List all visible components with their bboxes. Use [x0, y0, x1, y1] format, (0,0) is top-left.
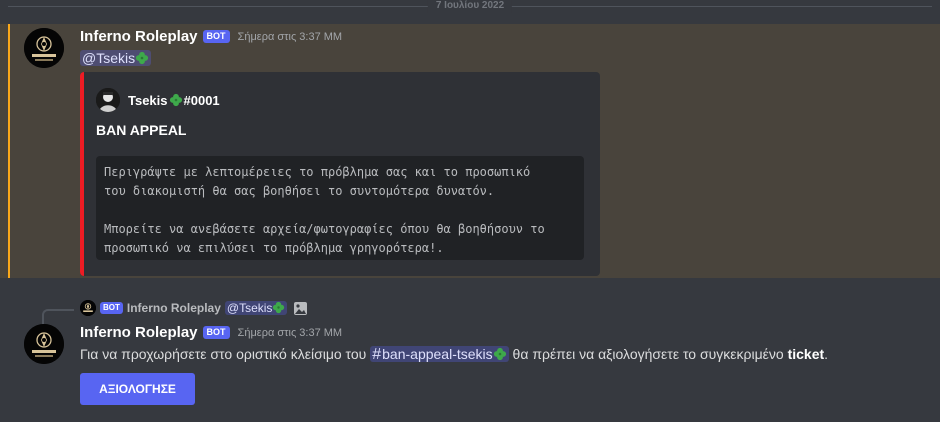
clover-icon [493, 347, 506, 361]
channel-mention[interactable]: #ban-appeal-tsekis [370, 346, 509, 363]
inferno-logo-icon [80, 300, 96, 316]
message-text: Για να προχωρήσετε στο οριστικό κλείσιμο… [80, 346, 367, 362]
embed-author-discriminator: #0001 [183, 92, 220, 108]
image-icon [294, 301, 308, 315]
bot-tag: BOT [202, 326, 230, 339]
channel-hash-icon: # [372, 346, 382, 363]
embed-author-name: Tsekis [128, 92, 168, 108]
reply-author-name: Inferno Roleplay [126, 301, 221, 315]
inferno-logo-icon[interactable] [24, 324, 64, 364]
timestamp[interactable]: Σήμερα στις 3:37 MM [238, 31, 343, 43]
timestamp[interactable]: Σήμερα στις 3:37 MM [238, 327, 343, 339]
reply-content: @Tsekis [224, 301, 288, 315]
user-mention: @Tsekis [224, 301, 288, 315]
user-mention[interactable]: @Tsekis [80, 50, 152, 66]
embed-title: BAN APPEAL [96, 122, 187, 138]
mention-highlight-bar [8, 24, 10, 278]
embed-author: Tsekis #0001 [96, 88, 220, 112]
reply-reference[interactable]: BOT Inferno Roleplay @Tsekis [80, 300, 308, 316]
message-highlighted: Inferno Roleplay BOT Σήμερα στις 3:37 MM… [0, 24, 940, 278]
embed-codeblock: Περιγράψτε με λεπτομέρειες το πρόβλημα σ… [96, 156, 584, 260]
message-content: @Tsekis [80, 50, 152, 66]
message-text: θα πρέπει να αξιολογήσετε το συγκεκριμέν… [512, 346, 784, 362]
message-header: Inferno Roleplay BOT Σήμερα στις 3:37 MM [80, 28, 342, 45]
user-mention-text: @Tsekis [82, 50, 136, 66]
clover-icon [273, 301, 285, 314]
clover-icon [169, 93, 182, 107]
channel-name: ban-appeal-tsekis [382, 346, 493, 362]
user-mention-text: @Tsekis [226, 301, 273, 315]
embed: Tsekis #0001 BAN APPEAL Περιγράψτε με λε… [80, 72, 600, 276]
author-name[interactable]: Inferno Roleplay [80, 28, 198, 45]
code-line: του διακομιστή θα σας βοηθήσει το συντομ… [104, 184, 495, 198]
bot-tag: BOT [100, 302, 123, 314]
code-line: προσωπικό να επιλύσει το πρόβλημα γρηγορ… [104, 241, 444, 255]
message-text-end: . [824, 346, 829, 362]
reply-spine [42, 309, 74, 325]
inferno-logo-icon[interactable] [24, 28, 64, 68]
code-line: Περιγράψτε με λεπτομέρειες το πρόβλημα σ… [104, 165, 531, 179]
message-header: Inferno Roleplay BOT Σήμερα στις 3:37 MM [80, 324, 342, 341]
user-avatar-icon [96, 88, 120, 112]
clover-icon [136, 51, 149, 65]
date-divider: 7 Ιουλίου 2022 [0, 0, 940, 14]
message-content: Για να προχωρήσετε στο οριστικό κλείσιμο… [80, 346, 828, 364]
author-name[interactable]: Inferno Roleplay [80, 324, 198, 341]
bot-tag: BOT [202, 30, 230, 43]
rate-button[interactable]: ΑΞΙΟΛΟΓΗΣΕ [80, 373, 195, 405]
date-divider-text: 7 Ιουλίου 2022 [427, 0, 513, 13]
embed-accent-bar [80, 72, 84, 276]
code-line: Μπορείτε να ανεβάσετε αρχεία/φωτογραφίες… [104, 222, 545, 236]
message-bold-text: ticket [787, 346, 825, 362]
